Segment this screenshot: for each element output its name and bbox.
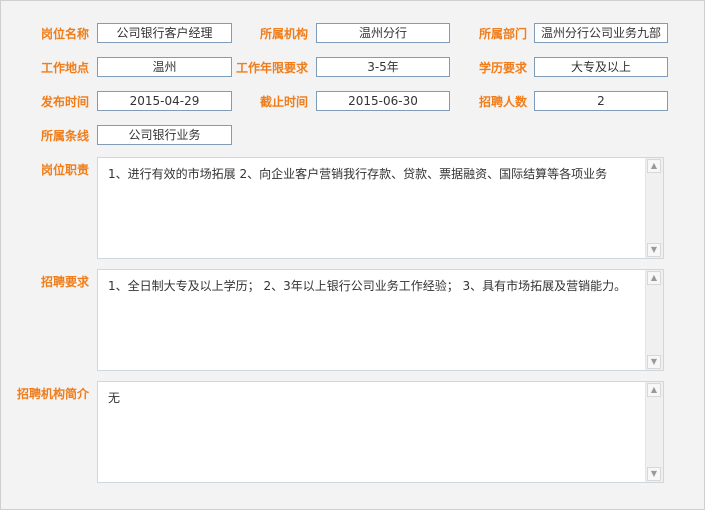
department-field[interactable]: 温州分行公司业务九部 [534,23,668,43]
duties-textarea[interactable]: 1、进行有效的市场拓展 2、向企业客户营销我行存款、贷款、票据融资、国际结算等各… [97,157,664,259]
duties-label: 岗位职责 [41,163,90,177]
department-label: 所属部门 [479,27,528,41]
position-name-label: 岗位名称 [41,27,90,41]
education-label: 学历要求 [479,61,528,75]
headcount-field[interactable]: 2 [534,91,668,111]
scroll-up-arrow-icon[interactable]: ▲ [647,383,661,397]
requirements-scrollbar[interactable]: ▲ ▼ [645,270,663,370]
publish-date-label: 发布时间 [41,95,90,109]
organization-label: 所属机构 [260,27,309,41]
requirements-textarea[interactable]: 1、全日制大专及以上学历； 2、3年以上银行公司业务工作经验； 3、具有市场拓展… [97,269,664,371]
scroll-down-arrow-icon[interactable]: ▼ [647,355,661,369]
work-years-field[interactable]: 3-5年 [316,57,450,77]
business-line-label: 所属条线 [41,129,90,143]
deadline-label: 截止时间 [260,95,309,109]
organization-field[interactable]: 温州分行 [316,23,450,43]
scroll-up-arrow-icon[interactable]: ▲ [647,271,661,285]
work-location-field[interactable]: 温州 [97,57,232,77]
deadline-field[interactable]: 2015-06-30 [316,91,450,111]
scroll-up-arrow-icon[interactable]: ▲ [647,159,661,173]
headcount-label: 招聘人数 [479,95,528,109]
business-line-field[interactable]: 公司银行业务 [97,125,232,145]
org-intro-scrollbar[interactable]: ▲ ▼ [645,382,663,482]
requirements-text: 1、全日制大专及以上学历； 2、3年以上银行公司业务工作经验； 3、具有市场拓展… [108,279,627,293]
scroll-down-arrow-icon[interactable]: ▼ [647,467,661,481]
scroll-down-arrow-icon[interactable]: ▼ [647,243,661,257]
requirements-label: 招聘要求 [41,275,90,289]
work-years-label: 工作年限要求 [236,61,309,75]
work-location-label: 工作地点 [41,61,90,75]
publish-date-field[interactable]: 2015-04-29 [97,91,232,111]
org-intro-text: 无 [108,391,121,405]
position-name-field[interactable]: 公司银行客户经理 [97,23,232,43]
job-detail-form: 岗位名称 公司银行客户经理 所属机构 温州分行 所属部门 温州分行公司业务九部 … [0,0,705,510]
org-intro-textarea[interactable]: 无 ▲ ▼ [97,381,664,483]
duties-scrollbar[interactable]: ▲ ▼ [645,158,663,258]
education-field[interactable]: 大专及以上 [534,57,668,77]
duties-text: 1、进行有效的市场拓展 2、向企业客户营销我行存款、贷款、票据融资、国际结算等各… [108,167,608,181]
org-intro-label: 招聘机构简介 [17,387,90,401]
